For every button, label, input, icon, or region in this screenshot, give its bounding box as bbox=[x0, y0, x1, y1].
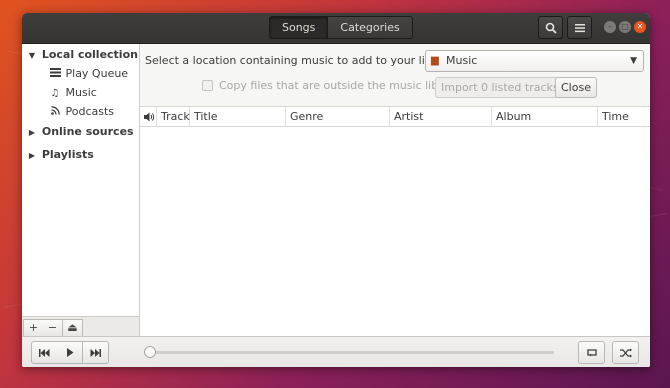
sidebar-toolbar: + − ⏏ bbox=[22, 316, 139, 337]
column-header-time[interactable]: Time bbox=[598, 107, 650, 127]
copy-files-option: Copy files that are outside the music li… bbox=[202, 79, 461, 92]
sidebar-item-label: Play Queue bbox=[65, 67, 129, 80]
column-header-genre[interactable]: Genre bbox=[286, 107, 390, 127]
sidebar-item-music[interactable]: ♫ Music bbox=[48, 84, 97, 102]
column-playing-indicator[interactable] bbox=[140, 107, 157, 127]
shuffle-button[interactable] bbox=[612, 341, 639, 364]
view-switcher: Songs Categories bbox=[269, 16, 413, 39]
play-icon bbox=[66, 348, 73, 357]
import-tracks-button[interactable]: Import 0 listed tracks bbox=[435, 77, 565, 98]
column-header-album[interactable]: Album bbox=[492, 107, 598, 127]
track-list[interactable]: Track Title Genre Artist Album Time bbox=[140, 106, 650, 337]
menu-button[interactable] bbox=[567, 16, 592, 39]
location-value: Music bbox=[446, 54, 478, 67]
previous-button[interactable] bbox=[31, 341, 58, 364]
collapsed-triangle-icon: ▶ bbox=[28, 128, 36, 137]
plus-icon: + bbox=[28, 321, 39, 334]
tab-categories[interactable]: Categories bbox=[328, 16, 413, 39]
music-folder-icon: ▆ bbox=[431, 55, 439, 66]
maximize-icon: □ bbox=[621, 22, 629, 31]
remove-source-button[interactable]: − bbox=[43, 319, 63, 337]
playback-position-slider[interactable] bbox=[144, 346, 554, 358]
hamburger-menu-icon bbox=[574, 23, 585, 32]
collapsed-triangle-icon: ▶ bbox=[28, 151, 36, 160]
repeat-button[interactable] bbox=[578, 341, 605, 364]
maximize-button[interactable]: □ bbox=[619, 21, 631, 33]
previous-icon bbox=[39, 348, 50, 357]
sidebar-group-label: Online sources bbox=[41, 125, 134, 138]
search-button[interactable] bbox=[538, 16, 563, 39]
sidebar-group-label: Local collection bbox=[41, 48, 138, 61]
tab-songs[interactable]: Songs bbox=[269, 16, 329, 39]
minus-icon: − bbox=[47, 321, 58, 334]
minimize-icon: – bbox=[608, 22, 612, 31]
sidebar-group-label: Playlists bbox=[41, 148, 94, 161]
repeat-icon bbox=[586, 348, 597, 356]
search-icon bbox=[545, 22, 557, 34]
play-queue-icon bbox=[48, 66, 62, 84]
dropdown-arrow-icon: ▼ bbox=[630, 56, 637, 66]
add-source-button[interactable]: + bbox=[23, 319, 44, 337]
header-bar: Songs Categories – □ ✕ bbox=[22, 13, 650, 44]
sidebar-item-play-queue[interactable]: Play Queue bbox=[48, 65, 128, 83]
column-header-artist[interactable]: Artist bbox=[390, 107, 492, 127]
import-bar: Select a location containing music to ad… bbox=[140, 44, 650, 106]
expanded-triangle-icon: ▼ bbox=[28, 51, 36, 60]
next-button[interactable] bbox=[83, 341, 109, 364]
rhythmbox-window: Songs Categories – □ ✕ ▼ Local collectio… bbox=[22, 13, 650, 367]
location-dropdown[interactable]: ▆ Music ▼ bbox=[425, 50, 644, 72]
close-window-button[interactable]: ✕ bbox=[634, 21, 646, 33]
slider-knob[interactable] bbox=[144, 346, 156, 358]
sidebar-item-podcasts[interactable]: Podcasts bbox=[48, 103, 114, 121]
sidebar: ▼ Local collection Play Queue ♫ Music Po… bbox=[22, 44, 140, 336]
column-header-track[interactable]: Track bbox=[157, 107, 190, 127]
copy-files-checkbox[interactable] bbox=[202, 80, 213, 91]
eject-icon: ⏏ bbox=[67, 321, 78, 334]
sidebar-item-label: Music bbox=[65, 86, 97, 99]
eject-button[interactable]: ⏏ bbox=[63, 319, 83, 337]
sidebar-group-playlists[interactable]: ▶ Playlists bbox=[26, 146, 94, 164]
sidebar-group-local-collection[interactable]: ▼ Local collection bbox=[26, 46, 138, 64]
next-icon bbox=[90, 348, 101, 357]
close-icon: ✕ bbox=[636, 22, 644, 31]
music-note-icon: ♫ bbox=[50, 88, 60, 99]
import-prompt: Select a location containing music to ad… bbox=[145, 54, 457, 67]
sidebar-group-online-sources[interactable]: ▶ Online sources bbox=[26, 123, 134, 141]
minimize-button[interactable]: – bbox=[604, 21, 616, 33]
column-header-title[interactable]: Title bbox=[190, 107, 286, 127]
shuffle-icon bbox=[619, 348, 632, 357]
rss-icon bbox=[48, 104, 62, 122]
player-bar bbox=[22, 336, 650, 367]
sidebar-item-label: Podcasts bbox=[65, 105, 115, 118]
play-button[interactable] bbox=[57, 341, 83, 364]
copy-files-label: Copy files that are outside the music li… bbox=[219, 79, 461, 92]
speaker-icon bbox=[144, 112, 155, 122]
close-import-button[interactable]: Close bbox=[555, 77, 597, 98]
